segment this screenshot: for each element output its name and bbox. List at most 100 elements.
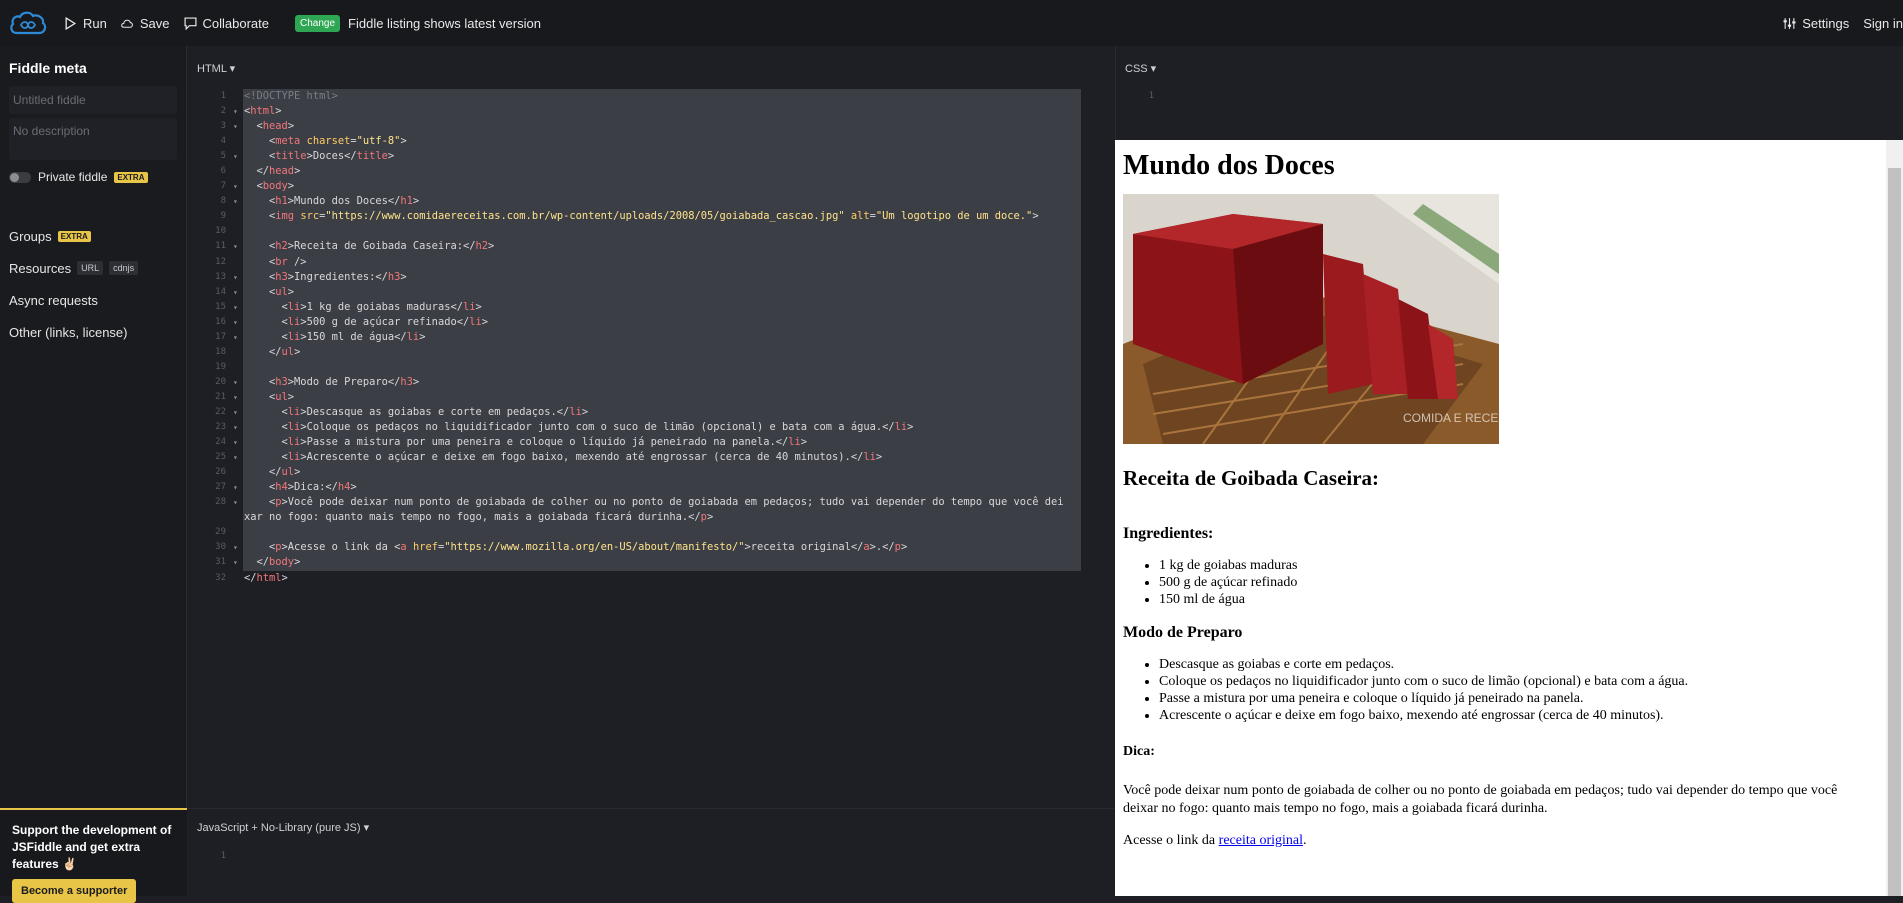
sidebar-item-other[interactable]: Other (links, license)	[9, 316, 177, 348]
list-item: 500 g de açúcar refinado	[1159, 574, 1895, 591]
fold-arrow-icon[interactable]: ▾	[233, 300, 238, 315]
fold-arrow-icon[interactable]: ▾	[233, 239, 238, 254]
code-text: <h1>Mundo dos Doces</h1>	[244, 195, 420, 208]
code-text: <!DOCTYPE html>	[244, 90, 338, 102]
line-number: 22	[215, 406, 226, 417]
ingredients-title: Ingredientes:	[1123, 525, 1214, 542]
fold-arrow-icon[interactable]: ▾	[233, 194, 238, 209]
code-line: 5 ▾ <title>Doces</title>	[188, 149, 1114, 164]
code-text: </html>	[244, 571, 288, 584]
code-line: 11 ▾ <h2>Receita de Goibada Caseira:</h2>	[188, 239, 1114, 254]
sign-in-button[interactable]: Sign in	[1863, 16, 1903, 31]
code-text: </body>	[244, 556, 301, 569]
code-text: <head>	[244, 120, 295, 133]
code-text: <li>Passe a mistura por uma peneira e co…	[244, 436, 808, 449]
code-text: <ul>	[244, 285, 295, 298]
list-item: Acrescente o açúcar e deixe em fogo baix…	[1159, 707, 1895, 724]
fold-arrow-icon[interactable]: ▾	[233, 450, 238, 465]
js-panel-label[interactable]: JavaScript + No-Library (pure JS) ▾	[197, 821, 369, 834]
code-line: 22 ▾ <li>Descasque as goiabas e corte em …	[188, 405, 1114, 420]
groups-label: Groups	[9, 228, 52, 244]
line-number: 18	[215, 346, 226, 357]
code-line: 30 ▾ <p>Acesse o link da <a href="https:/…	[188, 540, 1114, 555]
run-button[interactable]: Run	[64, 16, 107, 31]
line-number: 32	[215, 572, 226, 583]
result-scrollbar[interactable]	[1886, 140, 1903, 896]
fold-arrow-icon[interactable]: ▾	[233, 405, 238, 420]
line-number: 28	[215, 497, 226, 508]
fold-arrow-icon[interactable]: ▾	[233, 495, 238, 510]
change-notice: Fiddle listing shows latest version	[348, 15, 541, 31]
code-text: <h4>Dica:</h4>	[244, 481, 357, 494]
line-number: 23	[215, 422, 226, 433]
fold-arrow-icon[interactable]: ▾	[233, 435, 238, 450]
line-number: 16	[215, 316, 226, 327]
css-line-number: 1	[1148, 91, 1154, 101]
collaborate-button[interactable]: Collaborate	[183, 16, 269, 31]
line-number: 5	[220, 151, 226, 162]
save-button[interactable]: Save	[121, 16, 170, 31]
private-toggle[interactable]	[9, 171, 31, 183]
fold-arrow-icon[interactable]: ▾	[233, 480, 238, 495]
fold-arrow-icon[interactable]: ▾	[233, 315, 238, 330]
code-line: 15 ▾ <li>1 kg de goiabas maduras</li>	[188, 300, 1114, 315]
fold-arrow-icon[interactable]: ▾	[233, 555, 238, 570]
fold-arrow-icon[interactable]: ▾	[233, 540, 238, 555]
jsfiddle-logo[interactable]	[8, 8, 50, 38]
result-heading: Mundo dos Doces	[1123, 150, 1335, 181]
css-panel-label[interactable]: CSS ▾	[1125, 62, 1156, 75]
recipe-link[interactable]: receita original	[1219, 833, 1303, 848]
line-number: 19	[215, 361, 226, 372]
code-text: </ul>	[244, 466, 301, 479]
method-title: Modo de Preparo	[1123, 624, 1243, 641]
settings-button[interactable]: Settings	[1783, 16, 1849, 31]
code-line: 20 ▾ <h3>Modo de Preparo</h3>	[188, 375, 1114, 390]
fiddle-description-placeholder: No description	[13, 124, 90, 138]
become-supporter-button[interactable]: Become a supporter	[12, 879, 137, 903]
sidebar-item-groups[interactable]: Groups EXTRA	[9, 220, 177, 252]
sidebar-item-async[interactable]: Async requests	[9, 284, 177, 316]
resources-cdnjs-tag: cdnjs	[109, 261, 139, 275]
link-prefix: Acesse o link da	[1123, 833, 1219, 848]
cloud-upload-icon	[121, 19, 133, 28]
fold-arrow-icon[interactable]: ▾	[233, 270, 238, 285]
js-editor-panel[interactable]: JavaScript + No-Library (pure JS) ▾ 1	[188, 808, 1114, 896]
code-line: 18 </ul>	[188, 345, 1114, 360]
css-editor-panel[interactable]: CSS ▾ 1	[1115, 46, 1903, 139]
recipe-title: Receita de Goibada Caseira:	[1123, 466, 1380, 490]
fold-arrow-icon[interactable]: ▾	[233, 104, 238, 119]
html-code-editor[interactable]: 1 <!DOCTYPE html> 2 ▾ <html> 3 ▾ <head> 4 <meta…	[188, 89, 1114, 586]
fold-arrow-icon[interactable]: ▾	[233, 285, 238, 300]
code-line: 1 <!DOCTYPE html>	[188, 89, 1114, 104]
line-number: 15	[215, 301, 226, 312]
fold-arrow-icon[interactable]: ▾	[233, 390, 238, 405]
scrollbar-thumb[interactable]	[1888, 168, 1901, 896]
js-line-number: 1	[220, 851, 226, 861]
code-line: 8 ▾ <h1>Mundo dos Doces</h1>	[188, 194, 1114, 209]
sign-in-label: Sign in	[1863, 15, 1903, 31]
code-text: <h3>Ingredientes:</h3>	[244, 270, 407, 283]
fold-arrow-icon[interactable]: ▾	[233, 149, 238, 164]
fiddle-description-input[interactable]: No description	[9, 118, 177, 160]
async-label: Async requests	[9, 292, 98, 308]
link-suffix: .	[1303, 833, 1307, 848]
fold-arrow-icon[interactable]: ▾	[233, 330, 238, 345]
private-fiddle-option[interactable]: Private fiddle EXTRA	[9, 170, 177, 184]
code-text: <li>500 g de açúcar refinado</li>	[244, 315, 488, 328]
resources-label: Resources	[9, 260, 72, 276]
sidebar-item-resources[interactable]: Resources URL cdnjs	[9, 252, 177, 284]
fold-arrow-icon[interactable]: ▾	[233, 119, 238, 134]
code-text: <li>Acrescente o açúcar e deixe em fogo …	[244, 451, 883, 464]
code-line: 9 <img src="https://www.comidaereceitas.…	[188, 209, 1114, 224]
fiddle-title-input[interactable]: Untitled fiddle	[9, 86, 177, 114]
line-number: 20	[215, 376, 226, 387]
fold-arrow-icon[interactable]: ▾	[233, 375, 238, 390]
method-list: Descasque as goiabas e corte em pedaços.…	[1159, 656, 1895, 724]
code-text: <img src="https://www.comidaereceitas.co…	[244, 210, 1039, 223]
list-item: 1 kg de goiabas maduras	[1159, 557, 1895, 574]
line-number: 11	[215, 241, 226, 252]
extra-badge: EXTRA	[114, 171, 148, 183]
fold-arrow-icon[interactable]: ▾	[233, 420, 238, 435]
html-panel-label[interactable]: HTML ▾	[197, 62, 235, 75]
fold-arrow-icon[interactable]: ▾	[233, 179, 238, 194]
